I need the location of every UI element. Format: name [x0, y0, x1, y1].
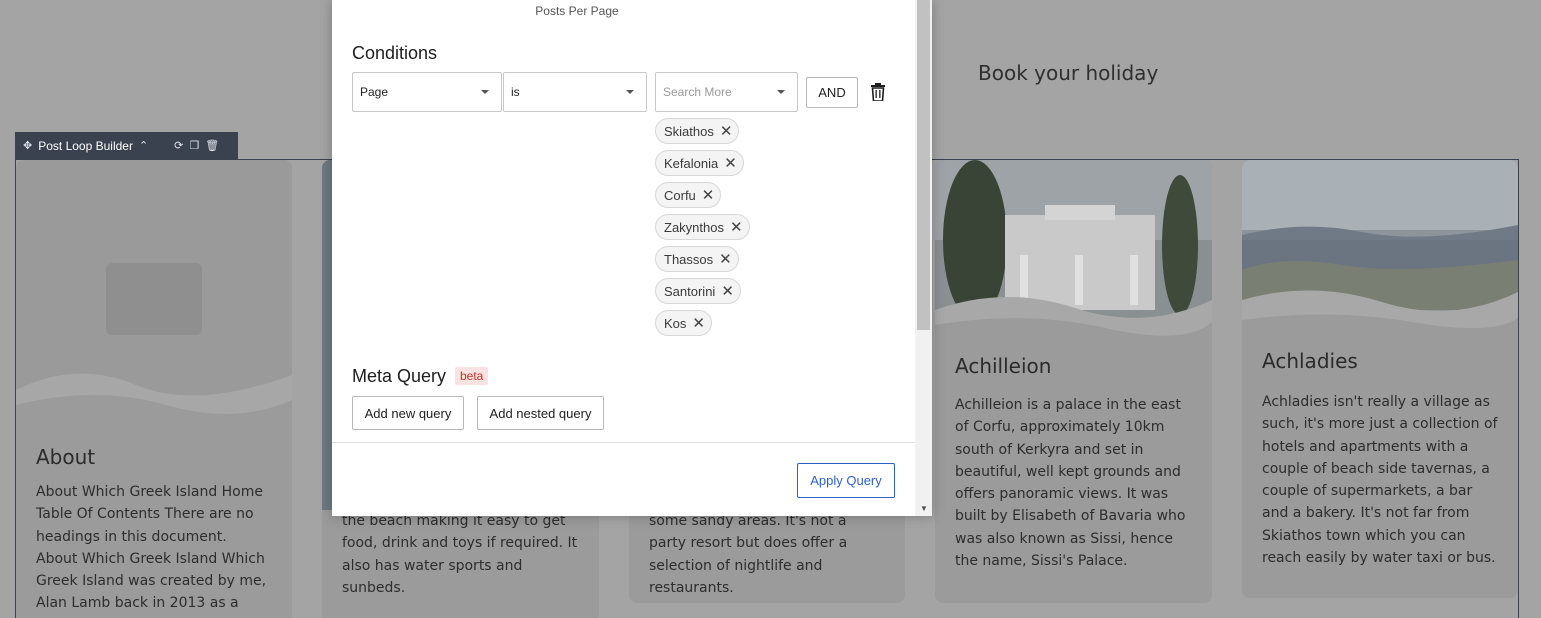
page-heading: Book your holiday [978, 61, 1159, 85]
image-placeholder-icon [106, 263, 202, 335]
search-placeholder: Search More [663, 85, 732, 99]
card-image [1242, 160, 1518, 335]
scrollbar-thumb[interactable] [917, 0, 930, 330]
chip-label: Santorini [664, 283, 716, 299]
remove-icon[interactable]: ✕ [692, 316, 705, 331]
selected-chip[interactable]: Skiathos ✕ [655, 118, 740, 144]
and-logic-button[interactable]: AND [806, 77, 858, 108]
chip-label: Zakynthos [664, 219, 724, 235]
condition-field-select[interactable]: Page [352, 72, 502, 112]
card-excerpt: the beach making it easy to get food, dr… [342, 513, 578, 596]
card-image-placeholder [16, 160, 292, 420]
selected-chip[interactable]: Corfu ✕ [655, 182, 722, 208]
remove-icon[interactable]: ✕ [721, 284, 734, 299]
apply-query-button[interactable]: Apply Query [797, 463, 895, 498]
conditions-title: Conditions [352, 43, 438, 63]
remove-icon[interactable]: ✕ [702, 188, 715, 203]
beta-badge: beta [455, 367, 489, 385]
toolbar-label: Post Loop Builder [38, 138, 133, 153]
posts-per-page-label: Posts Per Page [535, 4, 619, 18]
modal-scrollbar[interactable]: ▼ [915, 0, 932, 516]
chip-label: Skiathos [664, 123, 714, 139]
duplicate-icon[interactable]: ❐ [189, 139, 199, 152]
remove-icon[interactable]: ✕ [720, 124, 733, 139]
add-new-query-button[interactable]: Add new query [352, 396, 464, 430]
card-excerpt: Achilleion is a palace in the east of Co… [955, 397, 1186, 570]
chip-label: Kefalonia [664, 155, 719, 171]
card-excerpt: Achladies isn't really a village as such… [1262, 394, 1498, 567]
remove-icon[interactable]: ✕ [730, 220, 743, 235]
footer-divider [332, 442, 915, 443]
condition-operator-select[interactable]: is [503, 72, 647, 112]
card-title: Achladies [1262, 349, 1358, 373]
selected-chip[interactable]: Thassos ✕ [655, 246, 739, 272]
trash-icon[interactable] [870, 83, 886, 101]
card-title: Achilleion [955, 354, 1052, 378]
chevron-down-icon [626, 90, 634, 94]
selected-chip[interactable]: Kefalonia ✕ [655, 150, 744, 176]
move-icon[interactable]: ✥ [23, 139, 32, 152]
remove-icon[interactable]: ✕ [724, 156, 737, 171]
meta-query-title: Meta Query [352, 366, 447, 386]
post-card: About About Which Greek Island Home Tabl… [16, 160, 292, 618]
chip-label: Kos [664, 315, 687, 331]
chevron-down-icon [777, 90, 785, 94]
chevron-up-icon[interactable]: ⌃ [139, 139, 148, 152]
chip-label: Corfu [664, 187, 696, 203]
post-card: Achladies Achladies isn't really a villa… [1242, 160, 1518, 598]
condition-value-search[interactable]: Search More [655, 72, 798, 112]
delete-icon[interactable]: 🗑 [205, 139, 219, 152]
card-excerpt: some sandy areas. It's not a party resor… [649, 513, 848, 596]
post-loop-builder-toolbar[interactable]: ✥ Post Loop Builder ⌃ ⟳ ❐ 🗑 [15, 132, 238, 159]
condition-operator-value: is [511, 85, 520, 99]
chevron-down-icon [481, 90, 489, 94]
condition-field-value: Page [360, 85, 389, 99]
card-image [935, 160, 1212, 338]
post-card: Achilleion Achilleion is a palace in the… [935, 160, 1212, 603]
chip-label: Thassos [664, 251, 714, 267]
remove-icon[interactable]: ✕ [719, 252, 732, 267]
selected-chip[interactable]: Santorini ✕ [655, 278, 741, 304]
refresh-icon[interactable]: ⟳ [174, 139, 183, 152]
card-title: About [36, 445, 96, 469]
selected-chip[interactable]: Zakynthos ✕ [655, 214, 750, 240]
scroll-down-icon[interactable]: ▼ [920, 504, 928, 513]
card-excerpt: About Which Greek Island Home Table Of C… [36, 484, 267, 612]
add-nested-query-button[interactable]: Add nested query [477, 396, 604, 430]
query-builder-modal: Posts Per Page Conditions Page is Search… [332, 0, 932, 516]
modal-content: Posts Per Page Conditions Page is Search… [332, 0, 915, 516]
selected-chip[interactable]: Kos ✕ [655, 310, 712, 336]
